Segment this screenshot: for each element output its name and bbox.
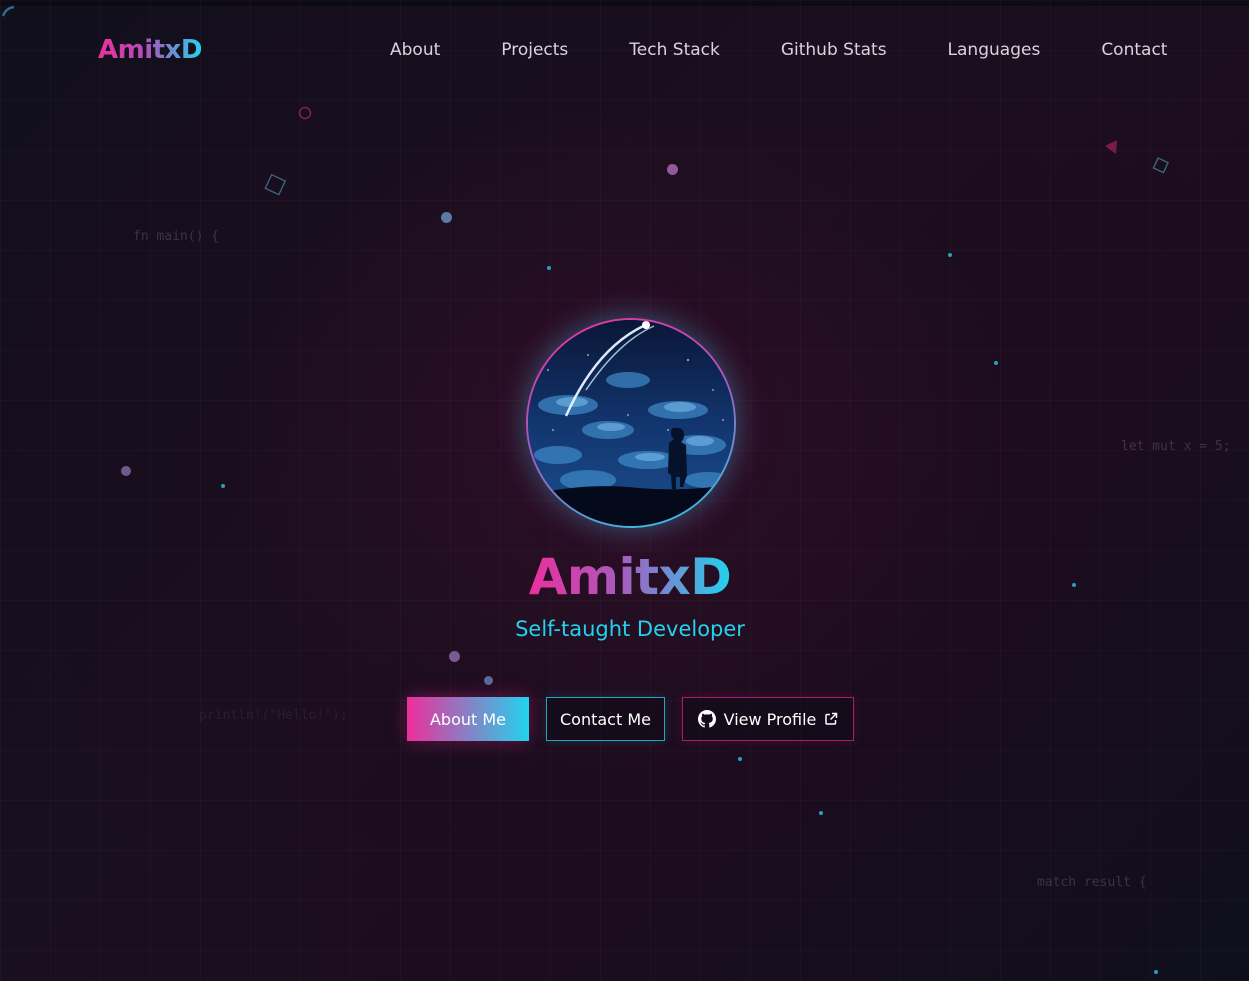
nav-link-about[interactable]: About (390, 40, 440, 60)
decorative-dot (1154, 970, 1158, 974)
nav-link-github-stats[interactable]: Github Stats (781, 40, 887, 60)
view-profile-label: View Profile (723, 709, 817, 729)
github-icon (697, 710, 716, 728)
nav-link-languages[interactable]: Languages (948, 40, 1041, 60)
circle-outline-shape (298, 106, 312, 120)
decorative-dot (738, 757, 742, 761)
decorative-dot (449, 651, 460, 662)
decorative-dot (667, 164, 678, 175)
night-sky-comet-avatar (528, 320, 734, 526)
background-code-snippet: let mut x = 5; (1121, 439, 1231, 454)
square-outline-shape (1152, 157, 1169, 174)
decorative-dot (121, 466, 131, 476)
decorative-dot (221, 484, 225, 488)
decorative-dot (484, 676, 493, 685)
hero-title: AmitxD (528, 548, 732, 606)
decorative-dot (948, 253, 952, 257)
page: fn main() { let mut x = 5; println!("Hel… (0, 0, 1249, 981)
corner-mark-shape (1, 5, 15, 17)
hero-subtitle: Self-taught Developer (515, 617, 745, 641)
navbar: AmitxD About Projects Tech Stack Github … (0, 26, 1249, 76)
about-me-button[interactable]: About Me (407, 697, 529, 741)
nav-links: About Projects Tech Stack Github Stats L… (390, 40, 1167, 60)
background-code-snippet: println!("Hello!"); (199, 708, 348, 723)
nav-link-tech-stack[interactable]: Tech Stack (629, 40, 720, 60)
decorative-dot (994, 361, 998, 365)
contact-me-button[interactable]: Contact Me (546, 697, 665, 741)
external-link-icon (825, 712, 838, 725)
decorative-dot (547, 266, 551, 270)
view-profile-button[interactable]: View Profile (682, 697, 854, 741)
brand-logo[interactable]: AmitxD (98, 35, 202, 65)
avatar (528, 320, 734, 526)
decorative-dot (819, 811, 823, 815)
nav-link-projects[interactable]: Projects (501, 40, 568, 60)
square-outline-shape (264, 173, 287, 196)
background-code-snippet: match result { (1037, 875, 1147, 890)
triangle-shape (1105, 140, 1117, 154)
decorative-dot (441, 212, 452, 223)
nav-link-contact[interactable]: Contact (1101, 40, 1167, 60)
background-code-snippet: fn main() { (133, 229, 220, 244)
avatar-frame (526, 318, 736, 528)
